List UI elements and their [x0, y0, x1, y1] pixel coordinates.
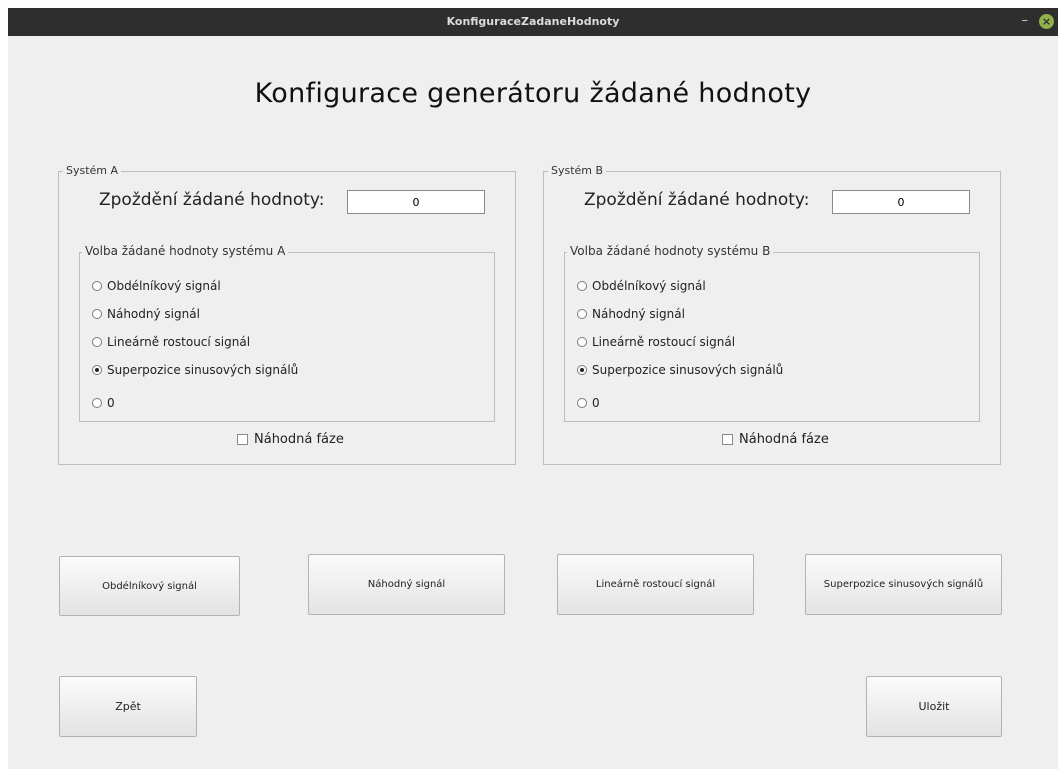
- system-b-random-phase[interactable]: Náhodná fáze: [722, 432, 829, 447]
- system-a-legend: Systém A: [63, 164, 122, 177]
- option-label: Náhodný signál: [107, 307, 200, 321]
- window-title: KonfiguraceZadaneHodnoty: [446, 15, 620, 28]
- option-label: Náhodný signál: [592, 307, 685, 321]
- random-phase-label: Náhodná fáze: [739, 432, 829, 447]
- checkbox-icon[interactable]: [722, 434, 733, 445]
- radio-button-selected-icon[interactable]: [92, 365, 102, 375]
- radio-button-icon[interactable]: [577, 337, 587, 347]
- system-a-option-zero[interactable]: 0: [92, 396, 115, 410]
- system-a-random-phase[interactable]: Náhodná fáze: [237, 432, 344, 447]
- checkbox-icon[interactable]: [237, 434, 248, 445]
- system-b-group-legend: Volba žádané hodnoty systému B: [567, 244, 774, 258]
- title-bar: KonfiguraceZadaneHodnoty – ×: [8, 8, 1058, 36]
- option-label: Obdélníkový signál: [592, 279, 706, 293]
- option-label: 0: [107, 396, 115, 410]
- system-a-delay-input[interactable]: [347, 190, 485, 214]
- random-phase-label: Náhodná fáze: [254, 432, 344, 447]
- system-a-option-linear[interactable]: Lineárně rostoucí signál: [92, 335, 250, 349]
- system-b-option-linear[interactable]: Lineárně rostoucí signál: [577, 335, 735, 349]
- option-label: Lineárně rostoucí signál: [107, 335, 251, 349]
- radio-button-icon[interactable]: [577, 309, 587, 319]
- system-a-signal-group: Volba žádané hodnoty systému A Obdélníko…: [79, 244, 495, 422]
- radio-button-icon[interactable]: [577, 398, 587, 408]
- radio-button-icon[interactable]: [92, 281, 102, 291]
- back-button[interactable]: Zpět: [59, 676, 197, 737]
- option-label: Superpozice sinusových signálů: [107, 363, 299, 377]
- rectangular-signal-button[interactable]: Obdélníkový signál: [59, 556, 240, 616]
- system-b-option-random[interactable]: Náhodný signál: [577, 307, 685, 321]
- option-label: Obdélníkový signál: [107, 279, 221, 293]
- system-b-option-zero[interactable]: 0: [577, 396, 600, 410]
- page-title: Konfigurace generátoru žádané hodnoty: [254, 78, 812, 109]
- app-window: KonfiguraceZadaneHodnoty – × Konfigurace…: [8, 8, 1058, 769]
- radio-button-selected-icon[interactable]: [577, 365, 587, 375]
- system-b-option-sinusoidal[interactable]: Superpozice sinusových signálů: [577, 363, 783, 377]
- radio-button-icon[interactable]: [577, 281, 587, 291]
- system-a-panel: Systém A Zpoždění žádané hodnoty: Volba …: [58, 164, 516, 465]
- sinusoidal-signal-button[interactable]: Superpozice sinusových signálů: [805, 554, 1002, 615]
- option-label: Lineárně rostoucí signál: [592, 335, 736, 349]
- system-b-panel: Systém B Zpoždění žádané hodnoty: Volba …: [543, 164, 1001, 465]
- radio-button-icon[interactable]: [92, 309, 102, 319]
- system-b-legend: Systém B: [548, 164, 607, 177]
- radio-button-icon[interactable]: [92, 398, 102, 408]
- system-b-delay-label: Zpoždění žádané hodnoty:: [584, 190, 810, 210]
- close-icon[interactable]: ×: [1039, 14, 1054, 29]
- linear-signal-button[interactable]: Lineárně rostoucí signál: [557, 554, 754, 615]
- system-b-option-rectangular[interactable]: Obdélníkový signál: [577, 279, 706, 293]
- random-signal-button[interactable]: Náhodný signál: [308, 554, 505, 615]
- system-b-signal-group: Volba žádané hodnoty systému B Obdélníko…: [564, 244, 980, 422]
- option-label: Superpozice sinusových signálů: [592, 363, 784, 377]
- save-button[interactable]: Uložit: [866, 676, 1002, 737]
- system-a-option-sinusoidal[interactable]: Superpozice sinusových signálů: [92, 363, 298, 377]
- system-a-group-legend: Volba žádané hodnoty systému A: [82, 244, 289, 258]
- radio-button-icon[interactable]: [92, 337, 102, 347]
- system-a-delay-label: Zpoždění žádané hodnoty:: [99, 190, 325, 210]
- minimize-icon[interactable]: –: [1022, 13, 1029, 28]
- system-a-option-random[interactable]: Náhodný signál: [92, 307, 200, 321]
- system-a-option-rectangular[interactable]: Obdélníkový signál: [92, 279, 221, 293]
- option-label: 0: [592, 396, 600, 410]
- system-b-delay-input[interactable]: [832, 190, 970, 214]
